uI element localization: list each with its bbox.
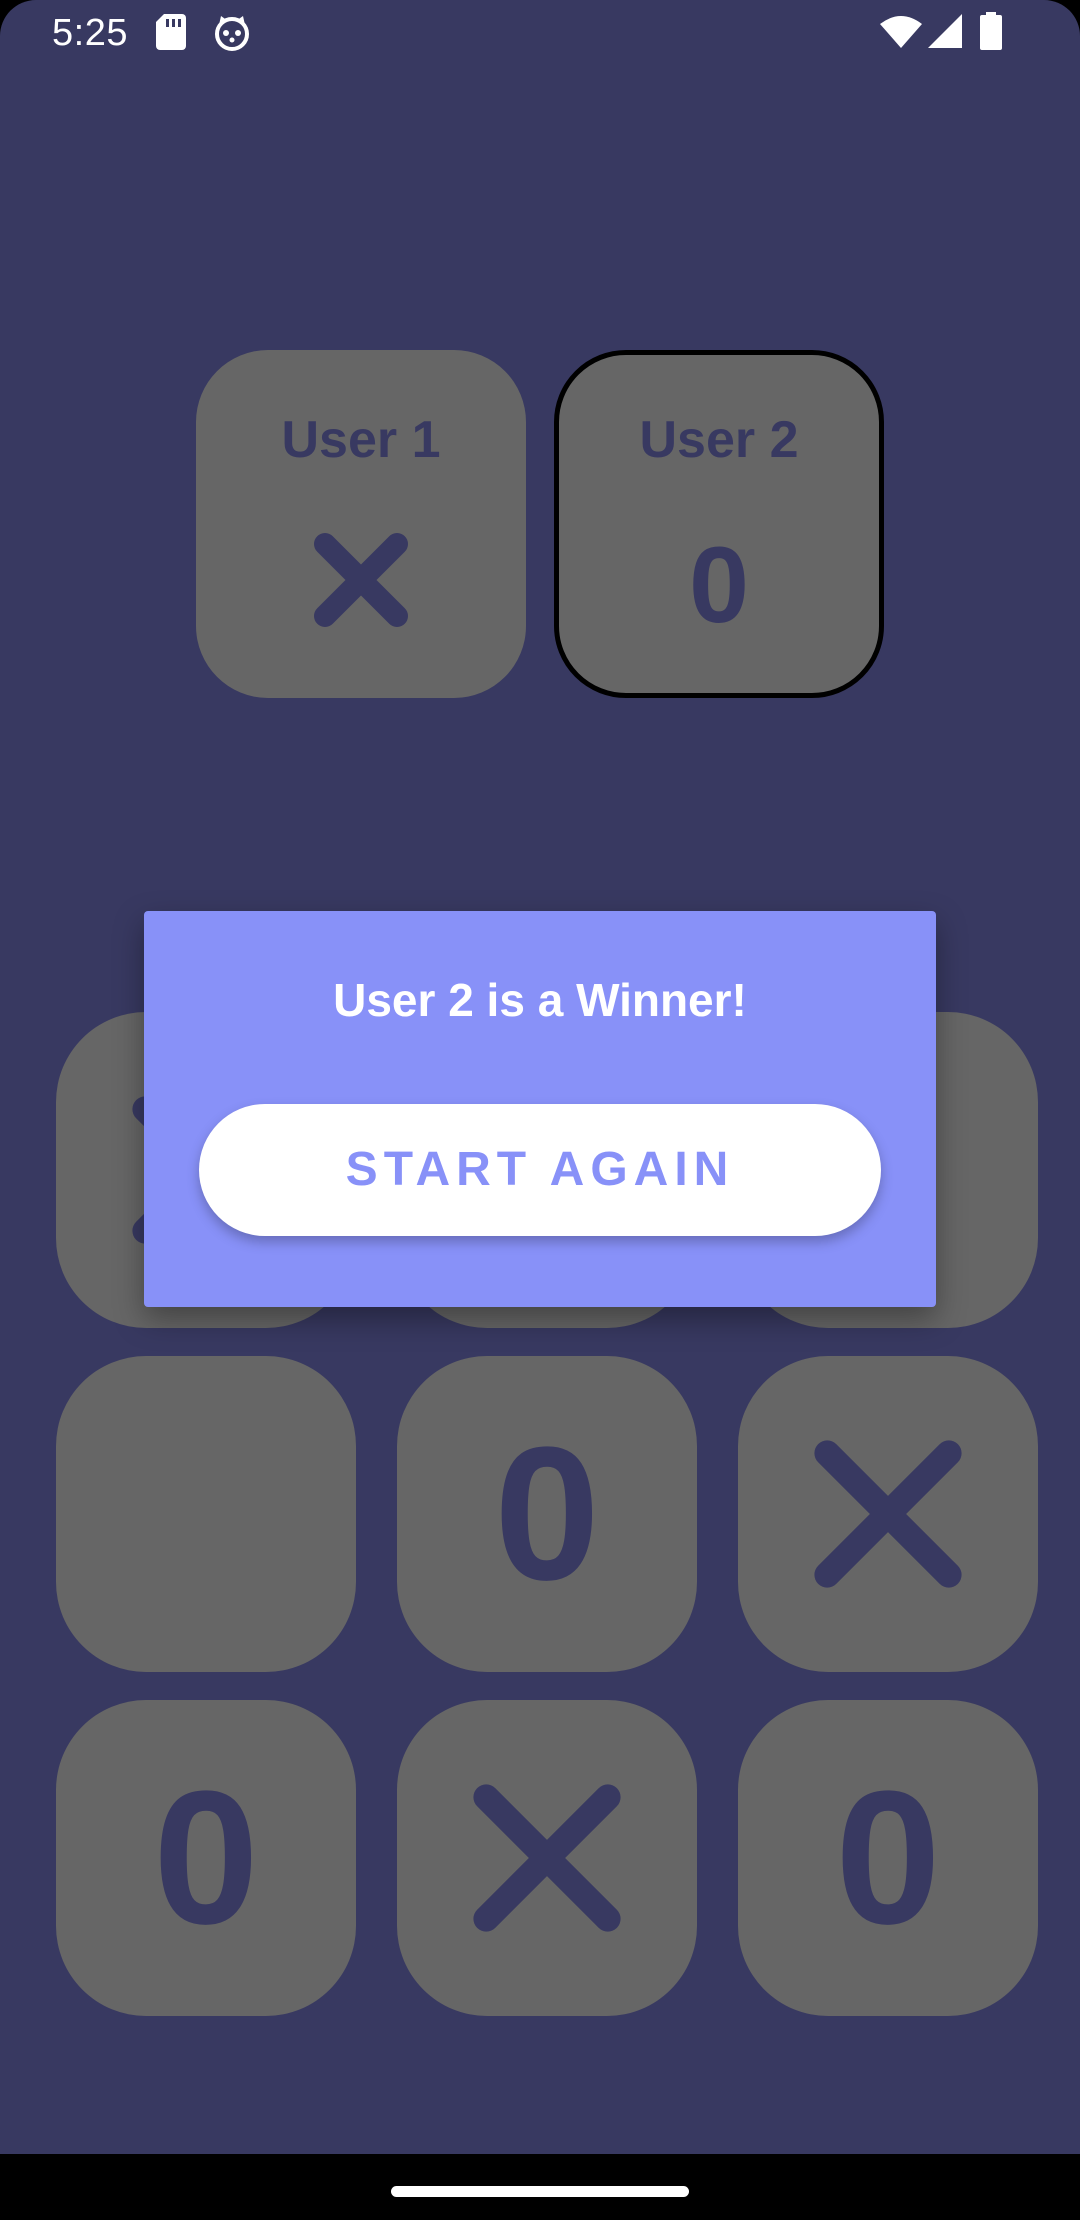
cell-mark (56, 1356, 356, 1672)
player-name: User 2 (639, 411, 799, 469)
board-cell-7[interactable]: 0 (56, 1700, 356, 2016)
status-time: 5:25 (52, 12, 128, 54)
x-mark-icon (314, 533, 408, 627)
cell-mark: 0 (835, 1752, 941, 1964)
board-cell-5[interactable]: 0 (397, 1356, 697, 1672)
board-cell-4[interactable] (56, 1356, 356, 1672)
x-mark-icon (814, 1440, 962, 1588)
game-screen: 5:25 User 1 User 2 0 0 0 0 User 2 is a W… (0, 0, 1080, 2220)
player-card-user-2: User 2 0 (554, 350, 884, 698)
board-cell-6[interactable] (738, 1356, 1038, 1672)
cat-face-icon (213, 15, 251, 56)
cell-mark (738, 1356, 1038, 1672)
cell-mark: 0 (494, 1408, 600, 1620)
cellular-signal-icon (928, 14, 962, 53)
status-bar: 5:25 (0, 0, 1080, 66)
dialog-title: User 2 is a Winner! (333, 974, 747, 1026)
x-mark-icon (473, 1784, 621, 1932)
player-name: User 1 (281, 411, 441, 469)
cell-mark: 0 (153, 1752, 259, 1964)
player-mark: 0 (688, 524, 750, 645)
player-card-user-1: User 1 (196, 350, 526, 698)
battery-icon (980, 12, 1002, 55)
board-cell-8[interactable] (397, 1700, 697, 2016)
cell-mark (397, 1700, 697, 2016)
wifi-icon (880, 16, 922, 53)
start-again-button[interactable]: START AGAIN (199, 1104, 881, 1236)
navigation-bar (0, 2154, 1080, 2220)
winner-dialog: User 2 is a Winner! START AGAIN (144, 911, 936, 1307)
board-cell-9[interactable]: 0 (738, 1700, 1038, 2016)
sd-card-icon (156, 14, 186, 55)
home-gesture-handle[interactable] (391, 2186, 689, 2197)
player-mark (196, 530, 526, 640)
